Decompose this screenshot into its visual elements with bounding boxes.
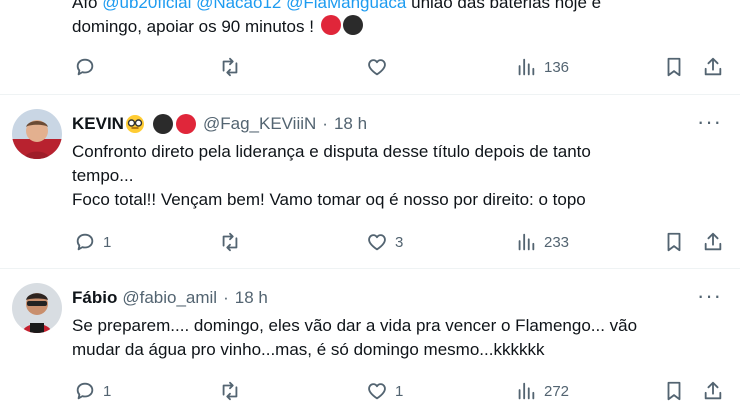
reply-button[interactable]: 1 xyxy=(74,230,111,254)
bar-chart-icon xyxy=(518,58,535,76)
tweet-header: KEVIN @Fag_KEViiiN · 18 h xyxy=(72,114,367,134)
more-options-button[interactable]: ··· xyxy=(697,283,722,309)
timestamp[interactable]: 18 h xyxy=(235,288,268,308)
tweet-1[interactable]: KEVIN @Fag_KEViiiN · 18 h ··· Confronto … xyxy=(0,95,740,267)
retweet-button[interactable] xyxy=(219,55,241,79)
avatar[interactable] xyxy=(12,109,62,159)
tweet-text-line: união das baterias hoje é xyxy=(411,0,602,12)
tweet-text-line: Confronto direto pela liderança e disput… xyxy=(72,142,591,161)
separator-dot: · xyxy=(322,114,328,133)
views-button[interactable]: 136 xyxy=(515,55,569,79)
views-count: 136 xyxy=(544,58,570,76)
share-icon xyxy=(704,232,722,251)
tweet-text-line: Afo xyxy=(72,0,98,12)
tweet-text-line: mudar da água pro vinho...mas, é só domi… xyxy=(72,340,545,359)
retweet-button[interactable] xyxy=(219,230,241,254)
bar-chart-icon xyxy=(518,382,535,400)
user-handle[interactable]: @Fag_KEViiiN xyxy=(203,114,316,134)
share-icon xyxy=(704,57,722,76)
heart-icon xyxy=(368,383,386,400)
black-circle-icon xyxy=(152,114,173,134)
reply-icon xyxy=(76,382,94,400)
user-handle[interactable]: @fabio_amil xyxy=(122,288,217,308)
tweet-text-line: Foco total!! Vençam bem! Vamo tomar oq é… xyxy=(72,190,586,209)
share-button[interactable] xyxy=(702,230,724,254)
retweet-icon xyxy=(222,232,238,252)
like-count: 3 xyxy=(395,233,404,251)
bar-chart-icon xyxy=(518,233,535,251)
like-button[interactable] xyxy=(366,55,388,79)
tweet-header: Fábio @fabio_amil · 18 h xyxy=(72,288,268,308)
separator-dot: · xyxy=(223,288,229,307)
avatar-image xyxy=(12,109,62,159)
views-button[interactable]: 233 xyxy=(515,230,569,254)
reply-count: 1 xyxy=(103,382,112,400)
red-circle-icon xyxy=(175,114,196,134)
views-button[interactable]: 272 xyxy=(515,379,569,403)
share-button[interactable] xyxy=(702,379,724,403)
reply-icon xyxy=(76,233,94,251)
more-options-button[interactable]: ··· xyxy=(697,109,722,135)
views-count: 233 xyxy=(544,233,570,251)
tweet-actions: 136 xyxy=(72,55,732,79)
bookmark-button[interactable] xyxy=(663,230,685,254)
tweet-2[interactable]: Fábio @fabio_amil · 18 h ··· Se preparem… xyxy=(0,269,740,416)
tweet-text-line: tempo... xyxy=(72,166,134,185)
tweet-0[interactable]: Afo @ub20ficial @Nacao12 @FlaManguaca un… xyxy=(0,0,740,94)
views-count: 272 xyxy=(544,382,570,400)
tweet-text: Se preparem.... domingo, eles vão dar a … xyxy=(72,314,692,362)
bookmark-button[interactable] xyxy=(663,379,685,403)
reply-count: 1 xyxy=(103,233,112,251)
bookmark-button[interactable] xyxy=(663,55,685,79)
black-circle-icon xyxy=(342,15,363,35)
tweet-actions: 1 3 233 xyxy=(72,230,732,254)
red-circle-icon xyxy=(320,15,341,35)
like-button[interactable]: 1 xyxy=(366,379,403,403)
share-icon xyxy=(704,381,722,400)
retweet-button[interactable] xyxy=(219,379,241,403)
heart-icon xyxy=(368,59,386,76)
heart-icon xyxy=(368,234,386,251)
retweet-icon xyxy=(222,57,238,77)
display-name[interactable]: Fábio xyxy=(72,288,117,308)
tweet-actions: 1 1 272 xyxy=(72,379,732,403)
tweet-text-line: Se preparem.... domingo, eles vão dar a … xyxy=(72,316,638,335)
reply-button[interactable]: 1 xyxy=(74,379,111,403)
like-count: 1 xyxy=(395,382,404,400)
avatar[interactable] xyxy=(12,283,62,333)
bookmark-icon xyxy=(667,57,681,77)
retweet-icon xyxy=(222,381,238,401)
tweet-text: Confronto direto pela liderança e disput… xyxy=(72,140,672,212)
reply-icon xyxy=(76,58,94,76)
mention-links[interactable]: @ub20ficial @Nacao12 @FlaManguaca xyxy=(102,0,406,12)
tweet-text: Afo @ub20ficial @Nacao12 @FlaManguaca un… xyxy=(72,0,672,39)
tweet-text-line: domingo, apoiar os 90 minutos ! xyxy=(72,17,314,36)
display-name[interactable]: KEVIN xyxy=(72,114,124,134)
reply-button[interactable] xyxy=(74,55,96,79)
nerd-face-icon xyxy=(125,115,144,133)
bookmark-icon xyxy=(667,232,681,252)
timestamp[interactable]: 18 h xyxy=(334,114,367,134)
share-button[interactable] xyxy=(702,55,724,79)
avatar-image xyxy=(12,283,62,333)
like-button[interactable]: 3 xyxy=(366,230,403,254)
bookmark-icon xyxy=(667,381,681,401)
